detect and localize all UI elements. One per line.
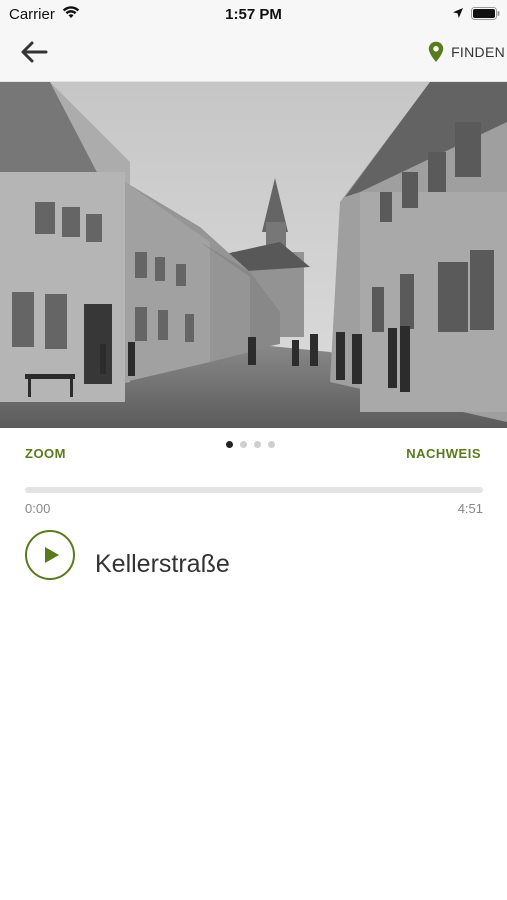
page-dot[interactable] [268,441,275,448]
progress-track[interactable] [25,487,483,493]
page-dot[interactable] [240,441,247,448]
status-bar: Carrier 1:57 PM [0,0,507,28]
arrow-left-icon [21,41,48,63]
play-icon [45,547,59,563]
page-dot[interactable] [254,441,261,448]
finden-button[interactable]: FINDEN [428,41,505,63]
page-indicator[interactable] [226,441,275,448]
back-button[interactable] [20,40,60,70]
location-arrow-icon [453,8,463,18]
navigation-bar: FINDEN [0,28,507,82]
finden-label: FINDEN [451,44,505,60]
track-title: Kellerstraße [95,550,230,578]
duration-time: 4:51 [457,501,483,516]
photo-illustration [0,82,507,428]
credit-button[interactable]: NACHWEIS [406,446,481,461]
historic-street-photo[interactable] [0,82,507,428]
status-time: 1:57 PM [225,6,282,23]
zoom-button[interactable]: ZOOM [25,446,66,461]
map-pin-icon [428,41,444,62]
battery-icon [471,7,500,20]
play-button[interactable] [25,530,75,580]
elapsed-time: 0:00 [25,501,51,516]
page-dot[interactable] [226,441,233,448]
